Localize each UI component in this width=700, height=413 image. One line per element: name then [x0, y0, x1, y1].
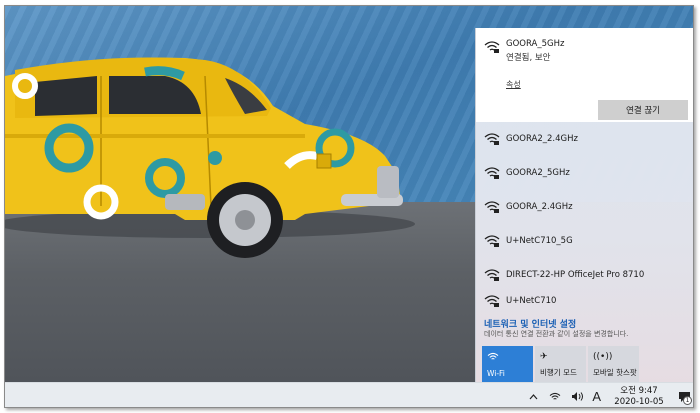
- volume-icon[interactable]: [569, 389, 585, 405]
- airplane-mode-button[interactable]: ✈ 비행기 모드: [535, 346, 586, 382]
- network-item[interactable]: GOORA2_5GHz: [476, 156, 693, 190]
- disconnect-button[interactable]: 연결 끊기: [598, 100, 688, 120]
- network-name: GOORA_2.4GHz: [506, 202, 573, 212]
- wifi-toggle-label: Wi-Fi: [487, 369, 505, 378]
- connected-network-card[interactable]: GOORA_5GHz 연결됨, 보안 속성 연결 끊기: [476, 28, 693, 122]
- system-tray: A 오전 9:47 2020-10-05 1: [522, 383, 693, 408]
- connected-network-status: 연결됨, 보안: [506, 53, 551, 63]
- connected-network-name: GOORA_5GHz: [506, 39, 565, 49]
- network-item[interactable]: GOORA_2.4GHz: [476, 190, 693, 224]
- desktop-window: GOORA_5GHz 연결됨, 보안 속성 연결 끊기 GOORA2_2.4GH…: [4, 5, 694, 408]
- network-name: U+NetC710_5G: [506, 236, 573, 246]
- network-name: U+NetC710: [506, 296, 557, 306]
- network-name: DIRECT-22-HP OfficeJet Pro 8710: [506, 270, 645, 280]
- clock-time: 오전 9:47: [620, 385, 658, 396]
- wifi-secured-icon: [484, 235, 500, 247]
- wifi-secured-icon: [484, 295, 500, 307]
- wifi-icon: [487, 352, 499, 365]
- notification-count-badge: 1: [683, 396, 692, 405]
- hotspot-icon: ((•)): [593, 352, 613, 362]
- input-method-indicator[interactable]: A: [592, 389, 601, 404]
- wallpaper-car-image: [5, 57, 415, 258]
- wifi-secured-icon: [484, 201, 500, 213]
- wifi-secured-icon: [484, 167, 500, 179]
- airplane-icon: ✈: [540, 352, 548, 362]
- mobile-hotspot-label: 모바일 핫스팟: [593, 368, 637, 377]
- chevron-up-icon[interactable]: [525, 389, 541, 405]
- wifi-toggle-button[interactable]: Wi-Fi: [482, 346, 533, 382]
- action-center-button[interactable]: 1: [673, 383, 693, 407]
- network-flyout: GOORA_5GHz 연결됨, 보안 속성 연결 끊기 GOORA2_2.4GH…: [475, 28, 693, 382]
- network-item[interactable]: U+NetC710_5G: [476, 224, 693, 258]
- wifi-secured-icon: [484, 133, 500, 145]
- network-name: GOORA2_2.4GHz: [506, 134, 578, 144]
- properties-link[interactable]: 속성: [506, 79, 521, 90]
- clock[interactable]: 오전 9:47 2020-10-05: [611, 386, 667, 408]
- taskbar: A 오전 9:47 2020-10-05 1: [5, 382, 693, 408]
- wifi-secured-icon: [484, 41, 500, 53]
- mobile-hotspot-button[interactable]: ((•)) 모바일 핫스팟: [588, 346, 639, 382]
- network-item[interactable]: GOORA2_2.4GHz: [476, 122, 693, 156]
- network-settings-description: 데이터 통신 연결 전환과 같이 설정을 변경합니다.: [484, 330, 629, 338]
- wifi-secured-icon: [484, 269, 500, 281]
- network-icon[interactable]: [547, 389, 563, 405]
- network-name: GOORA2_5GHz: [506, 168, 570, 178]
- airplane-mode-label: 비행기 모드: [540, 368, 577, 377]
- clock-date: 2020-10-05: [614, 396, 664, 407]
- network-item[interactable]: U+NetC710: [476, 284, 693, 318]
